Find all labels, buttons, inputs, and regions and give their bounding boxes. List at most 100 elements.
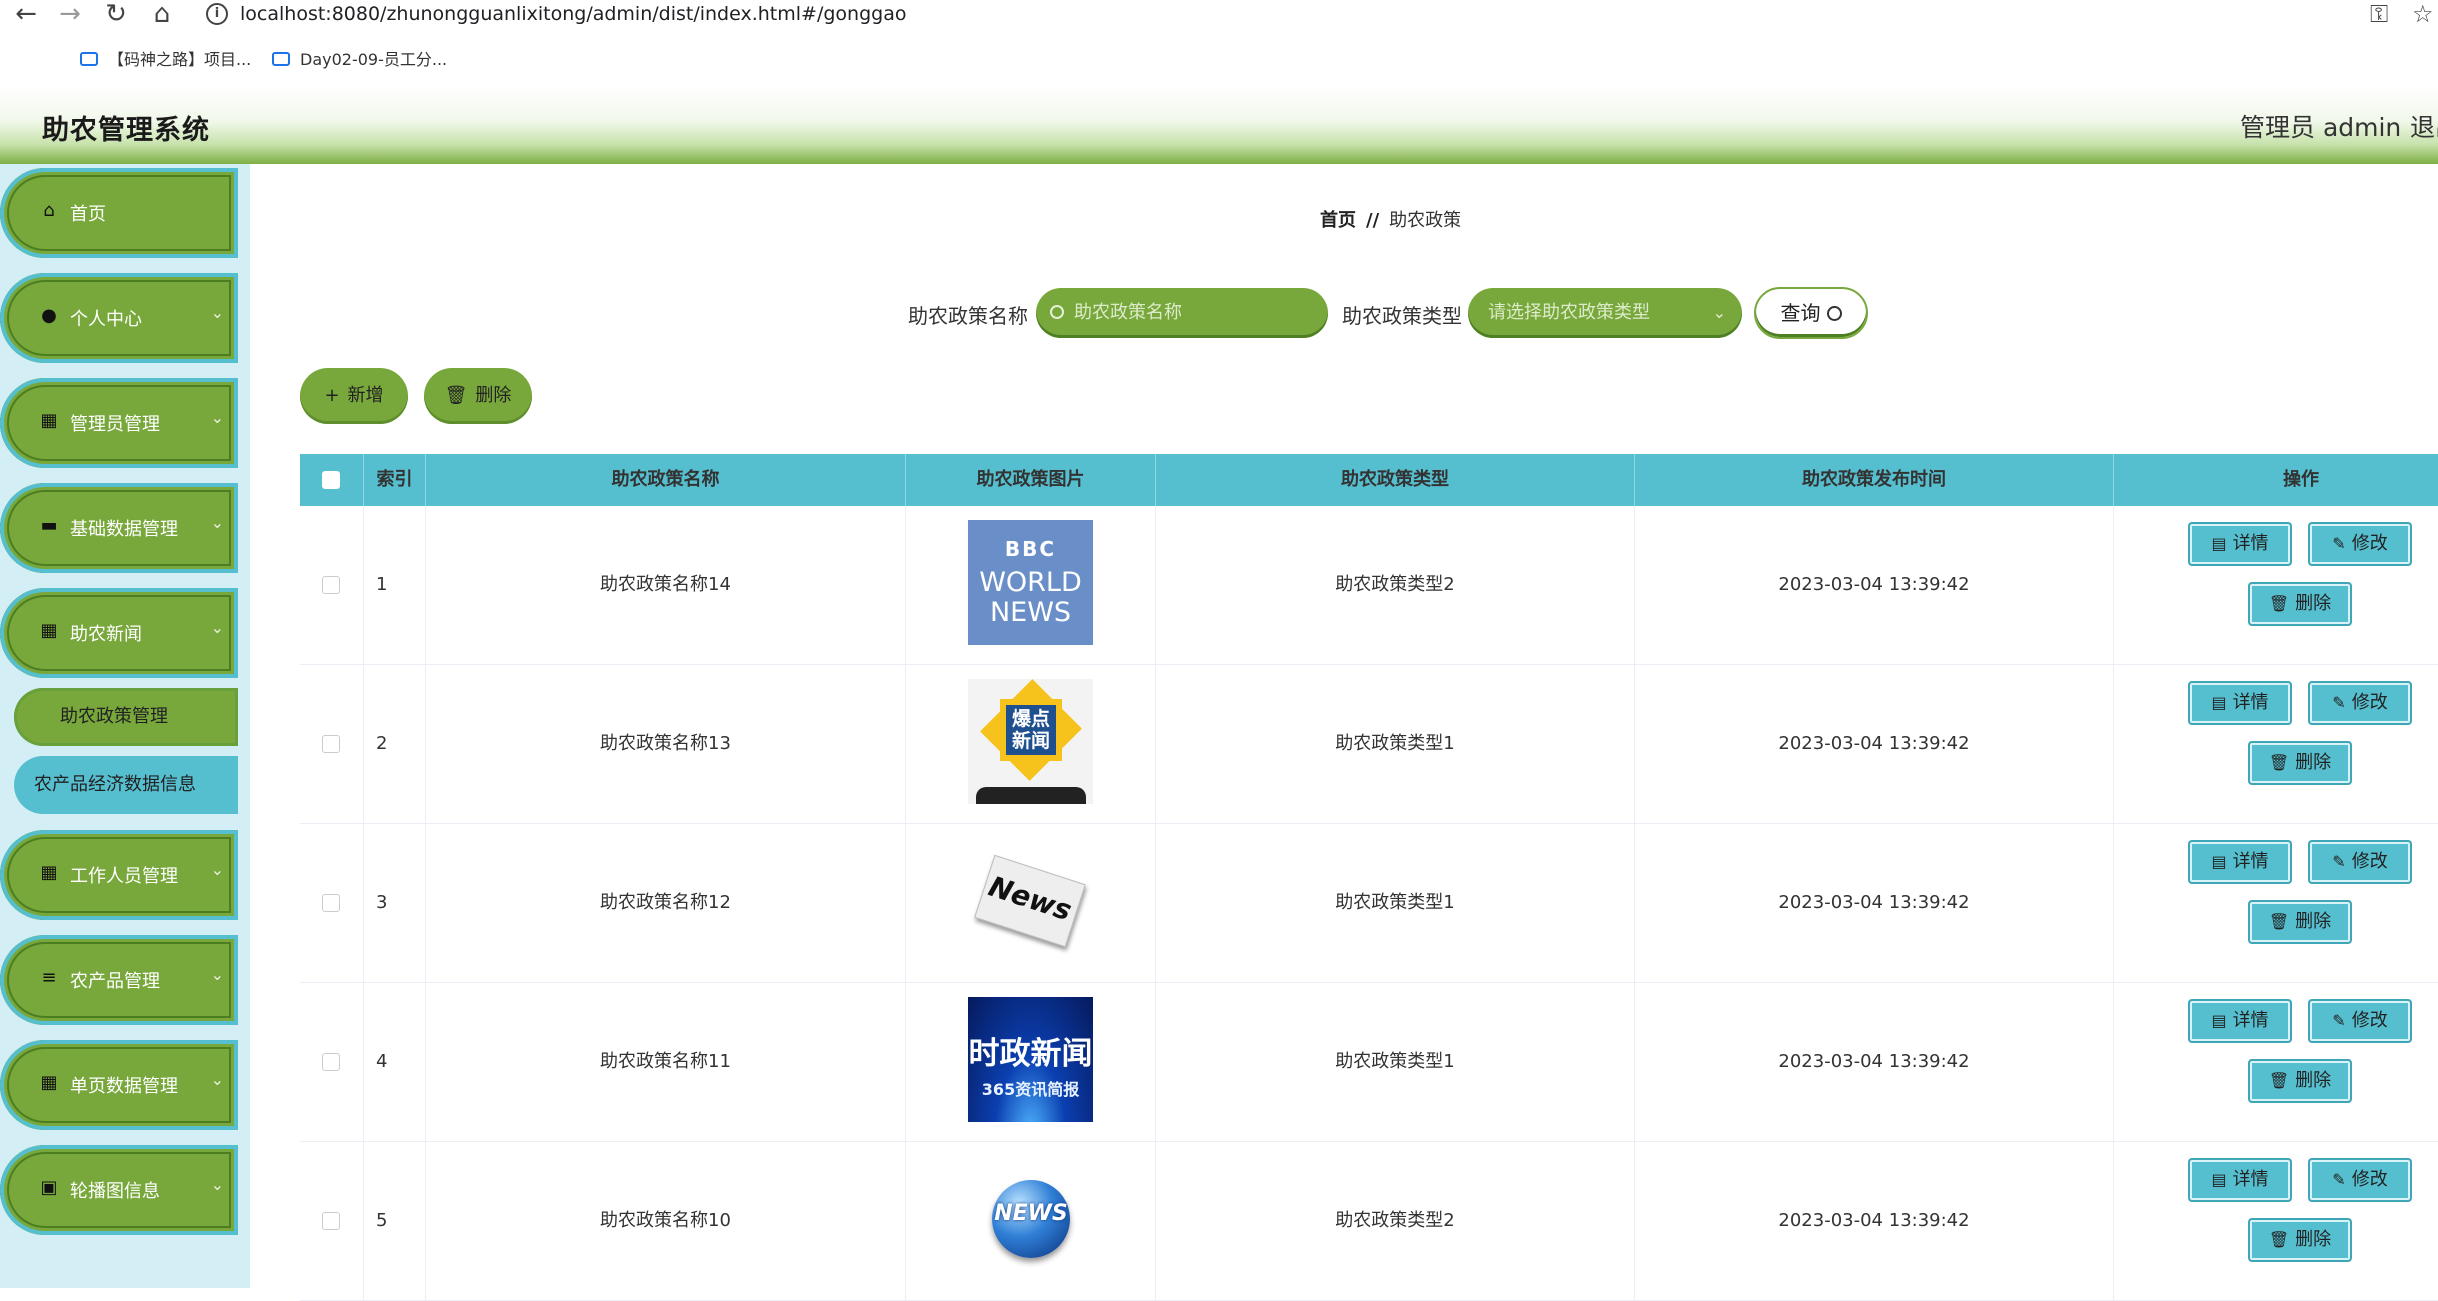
globe-news-thumbnail: NEWS bbox=[968, 1156, 1093, 1281]
pencil-icon: ✎ bbox=[2332, 534, 2346, 553]
edit-button[interactable]: ✎ 修改 bbox=[2308, 1158, 2412, 1202]
row-time: 2023-03-04 13:39:42 bbox=[1635, 1142, 2114, 1300]
row-type: 助农政策类型1 bbox=[1156, 824, 1635, 982]
sidebar-item-single-page-data[interactable]: ▦ 单页数据管理 ⌄ bbox=[0, 1040, 238, 1130]
detail-button[interactable]: ▤ 详情 bbox=[2188, 840, 2292, 884]
policy-type-placeholder: 请选择助农政策类型 bbox=[1488, 302, 1650, 323]
document-icon: ▤ bbox=[2211, 1011, 2227, 1030]
sidebar-item-farm-news[interactable]: ▦ 助农新闻 ⌄ bbox=[0, 588, 238, 678]
plus-icon: + bbox=[324, 385, 340, 406]
column-header-image: 助农政策图片 bbox=[906, 454, 1156, 506]
detail-button[interactable]: ▤ 详情 bbox=[2188, 999, 2292, 1043]
trash-icon: 🗑 bbox=[2268, 753, 2290, 772]
policy-name-placeholder: 助农政策名称 bbox=[1074, 302, 1182, 323]
image-icon: ▣ bbox=[40, 1177, 58, 1198]
row-name: 助农政策名称12 bbox=[426, 824, 906, 982]
forward-arrow-icon[interactable]: → bbox=[52, 0, 88, 28]
policy-type-select[interactable]: 请选择助农政策类型 ⌄ bbox=[1468, 288, 1742, 338]
sidebar-item-product-management[interactable]: ≡ 农产品管理 ⌄ bbox=[0, 935, 238, 1025]
grid-icon: ▦ bbox=[40, 620, 58, 641]
edit-button[interactable]: ✎ 修改 bbox=[2308, 999, 2412, 1043]
row-checkbox[interactable] bbox=[322, 1212, 340, 1230]
grid-icon: ▦ bbox=[40, 1072, 58, 1093]
sidebar-subitem-policy-management[interactable]: 助农政策管理 bbox=[14, 688, 238, 746]
sidebar-subitem-product-economy[interactable]: 农产品经济数据信息 bbox=[14, 756, 238, 814]
delete-button[interactable]: 🗑 删除 bbox=[2248, 741, 2352, 785]
row-image-cell: BBC WORLD NEWS bbox=[906, 506, 1156, 664]
back-arrow-icon[interactable]: ← bbox=[8, 0, 44, 28]
row-actions-cell: ▤ 详情 ✎ 修改 🗑 删除 bbox=[2114, 1142, 2438, 1300]
edit-button[interactable]: ✎ 修改 bbox=[2308, 840, 2412, 884]
database-icon: ▬ bbox=[40, 515, 58, 536]
trash-icon: 🗑 bbox=[2268, 1071, 2290, 1090]
grid-icon: ▦ bbox=[40, 410, 58, 431]
sidebar-item-staff-management[interactable]: ▦ 工作人员管理 ⌄ bbox=[0, 830, 238, 920]
table-header: 索引 助农政策名称 助农政策图片 助农政策类型 助农政策发布时间 操作 bbox=[300, 454, 2438, 506]
row-index: 1 bbox=[364, 506, 426, 664]
edit-button[interactable]: ✎ 修改 bbox=[2308, 522, 2412, 566]
sidebar-item-home[interactable]: ⌂ 首页 bbox=[0, 168, 238, 258]
sidebar-item-carousel[interactable]: ▣ 轮播图信息 ⌄ bbox=[0, 1145, 238, 1235]
column-header-index: 索引 bbox=[364, 454, 426, 506]
logout-link[interactable]: 退出 bbox=[2410, 108, 2438, 144]
reload-icon[interactable]: ↻ bbox=[98, 0, 134, 28]
breadcrumb: 首页 // 助农政策 bbox=[1320, 206, 1461, 232]
bilibili-icon bbox=[272, 52, 290, 66]
row-checkbox[interactable] bbox=[322, 576, 340, 594]
bookmark-item[interactable]: Day02-09-员工分... bbox=[272, 40, 447, 80]
row-checkbox[interactable] bbox=[322, 1053, 340, 1071]
row-type: 助农政策类型1 bbox=[1156, 665, 1635, 823]
row-image-cell: News bbox=[906, 824, 1156, 982]
policy-name-input[interactable]: 助农政策名称 bbox=[1036, 288, 1328, 338]
detail-button[interactable]: ▤ 详情 bbox=[2188, 522, 2292, 566]
sidebar: ⌂ 首页 ● 个人中心 ⌄ ▦ 管理员管理 ⌄ ▬ 基础数据管理 ⌄ ▦ 助农新… bbox=[0, 164, 250, 1288]
select-all-checkbox[interactable] bbox=[322, 471, 340, 489]
home-icon[interactable]: ⌂ bbox=[144, 0, 180, 28]
row-index: 3 bbox=[364, 824, 426, 982]
bbc-world-news-thumbnail: BBC WORLD NEWS bbox=[968, 520, 1093, 645]
row-index: 4 bbox=[364, 983, 426, 1141]
row-index: 5 bbox=[364, 1142, 426, 1300]
row-name: 助农政策名称10 bbox=[426, 1142, 906, 1300]
trash-icon: 🗑 bbox=[2268, 594, 2290, 613]
delete-button[interactable]: 🗑 删除 bbox=[2248, 1059, 2352, 1103]
bulk-delete-button[interactable]: 🗑 删除 bbox=[424, 368, 532, 424]
column-header-time: 助农政策发布时间 bbox=[1635, 454, 2114, 506]
document-icon: ▤ bbox=[2211, 852, 2227, 871]
row-checkbox-cell bbox=[300, 665, 364, 823]
row-checkbox[interactable] bbox=[322, 735, 340, 753]
search-icon bbox=[1826, 306, 1842, 321]
breadcrumb-home[interactable]: 首页 bbox=[1320, 210, 1356, 231]
url-text[interactable]: localhost:8080/zhunongguanlixitong/admin… bbox=[240, 0, 906, 28]
delete-button[interactable]: 🗑 删除 bbox=[2248, 1218, 2352, 1262]
bookmark-item[interactable]: 【码神之路】项目... bbox=[80, 40, 251, 80]
document-icon: ▤ bbox=[2211, 1170, 2227, 1189]
newspaper-thumbnail: News bbox=[968, 838, 1093, 963]
sidebar-item-personal-center[interactable]: ● 个人中心 ⌄ bbox=[0, 273, 238, 363]
trash-icon: 🗑 bbox=[444, 385, 468, 406]
table-row: 4 助农政策名称11 时政新闻 365资讯简报 助农政策类型1 2023-03-… bbox=[300, 983, 2438, 1142]
sidebar-item-basic-data[interactable]: ▬ 基础数据管理 ⌄ bbox=[0, 483, 238, 573]
pencil-icon: ✎ bbox=[2332, 1170, 2346, 1189]
edit-button[interactable]: ✎ 修改 bbox=[2308, 681, 2412, 725]
chevron-down-icon: ⌄ bbox=[210, 1175, 224, 1194]
detail-button[interactable]: ▤ 详情 bbox=[2188, 681, 2292, 725]
add-button[interactable]: + 新增 bbox=[300, 368, 408, 424]
row-type: 助农政策类型2 bbox=[1156, 506, 1635, 664]
query-button[interactable]: 查询 bbox=[1754, 287, 1868, 339]
row-checkbox-cell bbox=[300, 1142, 364, 1300]
bilibili-icon bbox=[80, 52, 98, 66]
header-checkbox-cell bbox=[300, 454, 364, 506]
delete-button[interactable]: 🗑 删除 bbox=[2248, 900, 2352, 944]
row-checkbox[interactable] bbox=[322, 894, 340, 912]
row-time: 2023-03-04 13:39:42 bbox=[1635, 506, 2114, 664]
password-key-icon[interactable]: ⚿ bbox=[2370, 0, 2388, 28]
site-info-icon[interactable]: i bbox=[206, 3, 228, 25]
trash-icon: 🗑 bbox=[2268, 1230, 2290, 1249]
bookmark-star-icon[interactable]: ☆ bbox=[2412, 0, 2434, 28]
detail-button[interactable]: ▤ 详情 bbox=[2188, 1158, 2292, 1202]
delete-button[interactable]: 🗑 删除 bbox=[2248, 582, 2352, 626]
sidebar-item-admin-management[interactable]: ▦ 管理员管理 ⌄ bbox=[0, 378, 238, 468]
policy-type-label: 助农政策类型 bbox=[1342, 304, 1462, 328]
browser-address-bar: ← → ↻ ⌂ i localhost:8080/zhunongguanlixi… bbox=[0, 0, 2438, 32]
